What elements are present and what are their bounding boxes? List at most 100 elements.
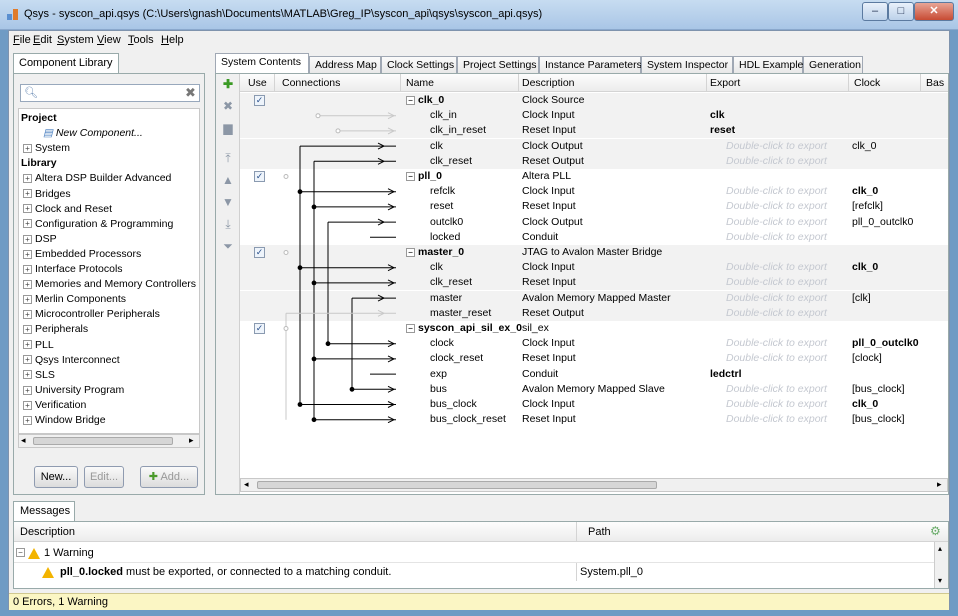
menu-view[interactable]: View: [97, 34, 121, 46]
tree-item[interactable]: + System: [23, 141, 70, 156]
filter-icon[interactable]: ⏷: [222, 240, 234, 252]
export-cell[interactable]: Double-click to export: [726, 412, 827, 427]
clock-cell[interactable]: [bus_clock]: [852, 412, 905, 427]
clock-cell[interactable]: [refclk]: [852, 199, 883, 214]
use-checkbox[interactable]: ✓: [254, 323, 265, 334]
tree-item[interactable]: + DSP: [23, 232, 57, 247]
use-checkbox[interactable]: ✓: [254, 171, 265, 182]
expand-icon[interactable]: +: [23, 370, 32, 380]
tree-item[interactable]: + Altera DSP Builder Advanced: [23, 171, 171, 186]
tab-generation[interactable]: Generation: [803, 56, 863, 73]
expand-icon[interactable]: +: [23, 234, 32, 244]
tab-component-library[interactable]: Component Library: [13, 53, 119, 73]
header-name[interactable]: Name: [406, 77, 434, 89]
clock-cell[interactable]: [clock]: [852, 351, 882, 366]
export-cell[interactable]: Double-click to export: [726, 139, 827, 154]
expand-icon[interactable]: +: [23, 204, 32, 214]
expand-icon[interactable]: +: [23, 400, 32, 410]
collapse-icon[interactable]: −: [406, 95, 415, 105]
export-cell[interactable]: Double-click to export: [726, 336, 827, 351]
tree-item[interactable]: + Verification: [23, 398, 86, 413]
tree-item[interactable]: + Qsys Interconnect: [23, 353, 120, 368]
tree-item[interactable]: + Peripherals: [23, 322, 88, 337]
messages-header-description[interactable]: Description: [20, 526, 75, 538]
add-component-button[interactable]: ✚ Add...: [140, 466, 198, 488]
expand-icon[interactable]: +: [23, 325, 32, 335]
tree-item[interactable]: + Clock and Reset: [23, 202, 112, 217]
export-cell[interactable]: Double-click to export: [726, 306, 827, 321]
edit-component-button[interactable]: Edit...: [84, 466, 124, 488]
messages-header-path[interactable]: Path: [588, 526, 611, 538]
tree-item[interactable]: + Microcontroller Peripherals: [23, 307, 160, 322]
clock-cell[interactable]: pll_0_outclk0: [852, 215, 913, 230]
expand-icon[interactable]: +: [23, 143, 32, 153]
header-connections[interactable]: Connections: [282, 77, 340, 89]
tree-item[interactable]: + Bridges: [23, 187, 71, 202]
expand-icon[interactable]: +: [23, 264, 32, 274]
messages-options-icon[interactable]: ⚙: [930, 524, 941, 538]
export-cell[interactable]: clk: [710, 108, 725, 123]
move-up-icon[interactable]: ▲: [222, 174, 234, 186]
tab-system-inspector[interactable]: System Inspector: [641, 56, 733, 73]
clock-cell[interactable]: clk_0: [852, 139, 877, 154]
menu-file[interactable]: File: [13, 34, 31, 46]
move-bottom-icon[interactable]: ⤓: [222, 218, 234, 230]
use-checkbox[interactable]: ✓: [254, 95, 265, 106]
move-top-icon[interactable]: ⤒: [222, 152, 234, 164]
export-cell[interactable]: Double-click to export: [726, 154, 827, 169]
clock-cell[interactable]: clk_0: [852, 260, 878, 275]
add-icon[interactable]: ✚: [222, 78, 234, 90]
expand-icon[interactable]: +: [23, 340, 32, 350]
clock-cell[interactable]: [clk]: [852, 291, 871, 306]
expand-icon[interactable]: +: [23, 279, 32, 289]
library-search-input[interactable]: 🔍︎ ✖: [20, 84, 200, 102]
menu-tools[interactable]: Tools: [128, 34, 154, 46]
edit-icon[interactable]: ▆: [222, 122, 234, 134]
expand-icon[interactable]: +: [23, 310, 32, 320]
scroll-up-icon[interactable]: ▴: [938, 544, 942, 553]
scroll-left-icon[interactable]: ◂: [21, 435, 26, 446]
export-cell[interactable]: Double-click to export: [726, 291, 827, 306]
library-scroll-thumb[interactable]: [33, 437, 173, 445]
export-cell[interactable]: Double-click to export: [726, 275, 827, 290]
warning-row[interactable]: pll_0.locked must be exported, or connec…: [14, 562, 934, 581]
expand-icon[interactable]: +: [23, 189, 32, 199]
clock-cell[interactable]: [bus_clock]: [852, 382, 905, 397]
table-scroll-thumb[interactable]: [257, 481, 657, 489]
tree-item[interactable]: + PLL: [23, 338, 54, 353]
expand-icon[interactable]: +: [23, 174, 32, 184]
tree-item-new-component[interactable]: ▤ New Component...: [43, 126, 143, 141]
tree-item[interactable]: + University Program: [23, 383, 124, 398]
move-down-icon[interactable]: ▼: [222, 196, 234, 208]
tree-item[interactable]: + SLS: [23, 368, 55, 383]
expand-icon[interactable]: +: [23, 294, 32, 304]
tree-item[interactable]: + Window Bridge: [23, 413, 106, 428]
collapse-icon[interactable]: −: [406, 247, 415, 257]
collapse-icon[interactable]: −: [406, 323, 415, 333]
remove-icon[interactable]: ✖: [222, 100, 234, 112]
collapse-icon[interactable]: −: [406, 171, 415, 181]
close-button[interactable]: ✕: [914, 2, 954, 21]
tree-item[interactable]: + Merlin Components: [23, 292, 126, 307]
menu-system[interactable]: System: [57, 34, 94, 46]
connections-diagram[interactable]: [280, 93, 402, 423]
menu-edit[interactable]: Edit: [33, 34, 52, 46]
clock-cell[interactable]: clk_0: [852, 397, 878, 412]
tab-instance-parameters[interactable]: Instance Parameters: [539, 56, 642, 73]
export-cell[interactable]: Double-click to export: [726, 184, 827, 199]
expand-icon[interactable]: +: [23, 385, 32, 395]
tab-clock-settings[interactable]: Clock Settings: [381, 56, 457, 73]
header-clock[interactable]: Clock: [854, 77, 880, 89]
expand-icon[interactable]: +: [23, 249, 32, 259]
library-horizontal-scrollbar[interactable]: ◂ ▸: [18, 434, 200, 448]
tree-item[interactable]: + Memories and Memory Controllers: [23, 277, 196, 292]
expand-icon[interactable]: +: [23, 415, 32, 425]
tab-project-settings[interactable]: Project Settings: [457, 56, 539, 73]
scroll-left-icon[interactable]: ◂: [244, 479, 249, 490]
export-cell[interactable]: Double-click to export: [726, 230, 827, 245]
tree-item[interactable]: + Interface Protocols: [23, 262, 123, 277]
export-cell[interactable]: Double-click to export: [726, 199, 827, 214]
new-component-button[interactable]: New...: [34, 466, 78, 488]
tab-system-contents[interactable]: System Contents: [215, 53, 309, 73]
tree-item[interactable]: + Configuration & Programming: [23, 217, 173, 232]
